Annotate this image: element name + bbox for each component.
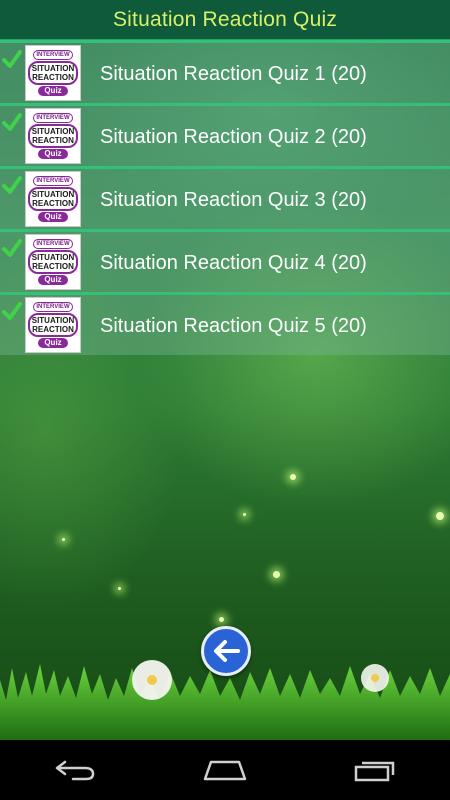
thumbnail-bottom-text: Quiz xyxy=(38,86,68,96)
nav-back-icon xyxy=(55,760,95,781)
thumbnail-middle-line-1: SITUATION xyxy=(31,253,75,262)
thumbnail-middle: SITUATION REACTION xyxy=(28,61,78,85)
quiz-thumbnail: INTERVIEW SITUATION REACTION Quiz xyxy=(25,234,81,290)
check-icon xyxy=(2,302,22,320)
system-nav-bar xyxy=(0,740,450,800)
thumbnail-bottom-text: Quiz xyxy=(38,338,68,348)
daisy-right xyxy=(361,664,389,692)
quiz-list-item-4[interactable]: INTERVIEW SITUATION REACTION Quiz Situat… xyxy=(0,229,450,292)
thumbnail-top-text: INTERVIEW xyxy=(33,239,73,249)
sparkle xyxy=(62,538,65,541)
thumbnail-middle-line-2: REACTION xyxy=(32,73,74,82)
thumbnail-middle-line-2: REACTION xyxy=(32,199,74,208)
thumbnail-top-text: INTERVIEW xyxy=(33,302,73,312)
thumbnail-middle-line-2: REACTION xyxy=(32,325,74,334)
back-arrow-icon xyxy=(214,640,240,662)
thumbnail-top-text: INTERVIEW xyxy=(33,176,73,186)
thumbnail-bottom-text: Quiz xyxy=(38,149,68,159)
quiz-list-item-1[interactable]: INTERVIEW SITUATION REACTION Quiz Situat… xyxy=(0,40,450,103)
sparkle xyxy=(118,587,121,590)
thumbnail-bottom-text: Quiz xyxy=(38,212,68,222)
quiz-label: Situation Reaction Quiz 1 (20) xyxy=(100,63,367,85)
quiz-label: Situation Reaction Quiz 4 (20) xyxy=(100,252,367,274)
quiz-label: Situation Reaction Quiz 2 (20) xyxy=(100,126,367,148)
check-icon xyxy=(2,239,22,257)
daisy-left xyxy=(132,660,172,700)
quiz-thumbnail: INTERVIEW SITUATION REACTION Quiz xyxy=(25,45,81,101)
quiz-thumbnail: INTERVIEW SITUATION REACTION Quiz xyxy=(25,297,81,353)
quiz-list-item-5[interactable]: INTERVIEW SITUATION REACTION Quiz Situat… xyxy=(0,292,450,355)
thumbnail-middle: SITUATION REACTION xyxy=(28,124,78,148)
quiz-list-item-2[interactable]: INTERVIEW SITUATION REACTION Quiz Situat… xyxy=(0,103,450,166)
nav-home-button[interactable] xyxy=(195,750,255,790)
sparkle xyxy=(219,617,224,622)
thumbnail-middle: SITUATION REACTION xyxy=(28,250,78,274)
check-icon xyxy=(2,50,22,68)
nav-recents-button[interactable] xyxy=(345,750,405,790)
thumbnail-middle-line-2: REACTION xyxy=(32,262,74,271)
app-title: Situation Reaction Quiz xyxy=(112,7,338,31)
check-icon xyxy=(2,113,22,131)
back-button[interactable] xyxy=(201,626,251,676)
sparkle xyxy=(243,513,246,516)
thumbnail-middle-line-1: SITUATION xyxy=(31,190,75,199)
quiz-thumbnail: INTERVIEW SITUATION REACTION Quiz xyxy=(25,108,81,164)
thumbnail-middle-line-2: REACTION xyxy=(32,136,74,145)
thumbnail-middle: SITUATION REACTION xyxy=(28,187,78,211)
sparkle xyxy=(290,474,296,480)
thumbnail-middle-line-1: SITUATION xyxy=(31,64,75,73)
nav-back-button[interactable] xyxy=(45,750,105,790)
thumbnail-middle-line-1: SITUATION xyxy=(31,127,75,136)
nav-home-icon xyxy=(203,760,247,781)
quiz-list: INTERVIEW SITUATION REACTION Quiz Situat… xyxy=(0,40,450,355)
quiz-list-item-3[interactable]: INTERVIEW SITUATION REACTION Quiz Situat… xyxy=(0,166,450,229)
thumbnail-bottom-text: Quiz xyxy=(38,275,68,285)
sparkle xyxy=(436,512,444,520)
thumbnail-middle: SITUATION REACTION xyxy=(28,313,78,337)
thumbnail-top-text: INTERVIEW xyxy=(33,50,73,60)
thumbnail-middle-line-1: SITUATION xyxy=(31,316,75,325)
check-icon xyxy=(2,176,22,194)
quiz-thumbnail: INTERVIEW SITUATION REACTION Quiz xyxy=(25,171,81,227)
quiz-label: Situation Reaction Quiz 5 (20) xyxy=(100,315,367,337)
sparkle xyxy=(273,571,280,578)
title-bar: Situation Reaction Quiz xyxy=(0,0,450,40)
app-screen: Situation Reaction Quiz INTERVIEW SITUAT… xyxy=(0,0,450,740)
nav-recents-icon xyxy=(354,761,395,782)
quiz-label: Situation Reaction Quiz 3 (20) xyxy=(100,189,367,211)
thumbnail-top-text: INTERVIEW xyxy=(33,113,73,123)
